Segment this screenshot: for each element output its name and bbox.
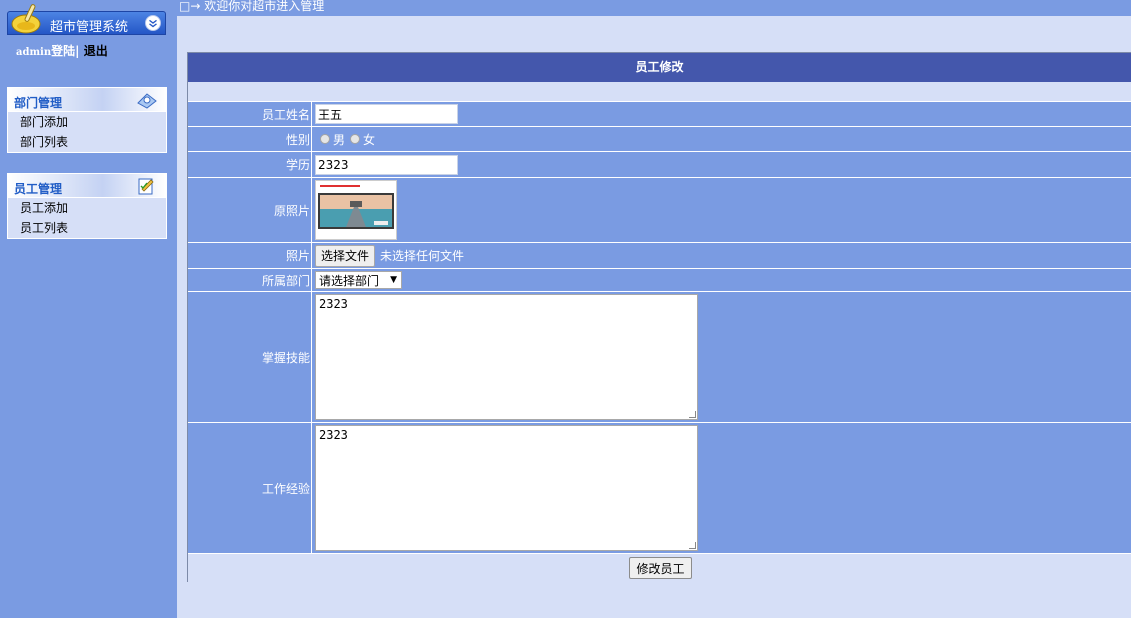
skills-textarea[interactable]: 2323 <box>315 294 698 420</box>
row-education: 学历 <box>188 152 1131 178</box>
department-label: 所属部门 <box>188 269 312 291</box>
menu-group-title: 部门管理 <box>14 96 63 110</box>
file-status-text: 未选择任何文件 <box>380 249 465 263</box>
login-status: admin登陆| 退出 <box>16 42 108 59</box>
app-title-bar: 超市管理系统 <box>7 4 166 35</box>
form-spacer <box>188 82 1131 102</box>
sidebar-item-staff-list[interactable]: 员工列表 <box>8 218 166 238</box>
department-select[interactable]: 请选择部门 ▼ <box>315 271 402 289</box>
gender-male-radio[interactable] <box>320 134 330 144</box>
photo-label: 照片 <box>188 243 312 268</box>
experience-label: 工作经验 <box>188 423 312 553</box>
menu-group-title: 员工管理 <box>14 182 63 196</box>
sidebar-item-dept-add[interactable]: 部门添加 <box>8 112 166 132</box>
collapse-icon[interactable] <box>145 15 161 31</box>
row-skills: 掌握技能 2323 <box>188 292 1131 423</box>
login-separator: | <box>75 44 80 58</box>
welcome-text: □→ 欢迎你对超市进入管理 <box>179 0 325 13</box>
sidebar: 超市管理系统 admin登陆| 退出 部门管理 部门添加 部门列表 员工管理 员… <box>0 0 177 618</box>
broom-logo-icon <box>11 4 41 34</box>
app-title: 超市管理系统 <box>50 20 129 35</box>
sidebar-item-staff-add[interactable]: 员工添加 <box>8 198 166 218</box>
choose-file-button[interactable]: 选择文件 <box>315 244 376 267</box>
name-input[interactable] <box>315 104 458 124</box>
gender-male-label: 男 <box>333 132 346 147</box>
sidebar-item-dept-list[interactable]: 部门列表 <box>8 132 166 152</box>
row-experience: 工作经验 2323 <box>188 423 1131 554</box>
employee-edit-form: 员工修改 员工姓名 性别 男 女 学历 原照片 <box>187 52 1131 582</box>
row-original-photo: 原照片 <box>188 178 1131 243</box>
department-selected: 请选择部门 <box>319 273 380 288</box>
name-label: 员工姓名 <box>188 102 312 126</box>
education-label: 学历 <box>188 152 312 177</box>
original-photo-image <box>315 180 397 240</box>
skills-label: 掌握技能 <box>188 292 312 422</box>
menu-group-header[interactable]: 员工管理 <box>8 174 166 198</box>
row-gender: 性别 男 女 <box>188 127 1131 152</box>
gender-female-label: 女 <box>363 132 376 147</box>
submit-button[interactable]: 修改员工 <box>629 557 692 579</box>
dropdown-arrow-icon: ▼ <box>390 275 397 285</box>
menu-group-header[interactable]: 部门管理 <box>8 88 166 112</box>
resize-grip-icon[interactable] <box>689 542 696 549</box>
login-action: 登陆 <box>51 44 76 58</box>
skills-text: 2323 <box>319 297 348 311</box>
menu-group-dept: 部门管理 部门添加 部门列表 <box>7 87 167 153</box>
edit-icon <box>138 178 154 195</box>
submit-row: 修改员工 <box>188 554 1131 582</box>
experience-text: 2323 <box>319 428 348 442</box>
row-photo: 照片 选择文件 未选择任何文件 <box>188 243 1131 269</box>
experience-textarea[interactable]: 2323 <box>315 425 698 551</box>
login-user: admin <box>16 47 52 58</box>
original-photo-label: 原照片 <box>188 178 312 242</box>
logout-link[interactable]: 退出 <box>84 44 108 58</box>
education-input[interactable] <box>315 154 458 175</box>
gender-female-radio[interactable] <box>350 134 361 144</box>
resize-grip-icon[interactable] <box>689 411 696 418</box>
dept-icon <box>137 93 157 109</box>
menu-group-staff: 员工管理 员工添加 员工列表 <box>7 173 167 239</box>
row-department: 所属部门 请选择部门 ▼ <box>188 269 1131 292</box>
row-name: 员工姓名 <box>188 102 1131 127</box>
form-title: 员工修改 <box>188 53 1131 82</box>
gender-label: 性别 <box>188 127 312 151</box>
